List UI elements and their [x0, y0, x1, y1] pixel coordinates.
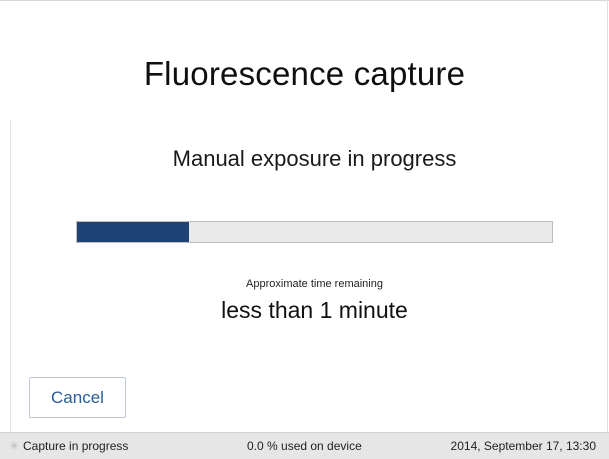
status-activity: ✳ Capture in progress	[9, 433, 128, 459]
cancel-button[interactable]: Cancel	[29, 377, 126, 418]
time-remaining-label: Approximate time remaining	[246, 278, 383, 290]
progress-fill	[77, 222, 189, 242]
page-title: Fluorescence capture	[143, 55, 466, 92]
status-bar: ✳ Capture in progress 0.0 % used on devic…	[0, 432, 609, 459]
capture-screen: Fluorescence capture Manual exposure in …	[0, 0, 609, 459]
status-storage-text: 0.0 % used on device	[247, 439, 362, 453]
top-border	[0, 0, 609, 1]
status-activity-text: Capture in progress	[23, 439, 129, 453]
spinner-icon: ✳	[9, 439, 20, 453]
progress-bar	[76, 221, 553, 243]
status-datetime-text: 2014, September 17, 13:30	[450, 439, 596, 453]
page-subtitle: Manual exposure in progress	[172, 146, 457, 171]
time-remaining-value: less than 1 minute	[221, 297, 408, 323]
